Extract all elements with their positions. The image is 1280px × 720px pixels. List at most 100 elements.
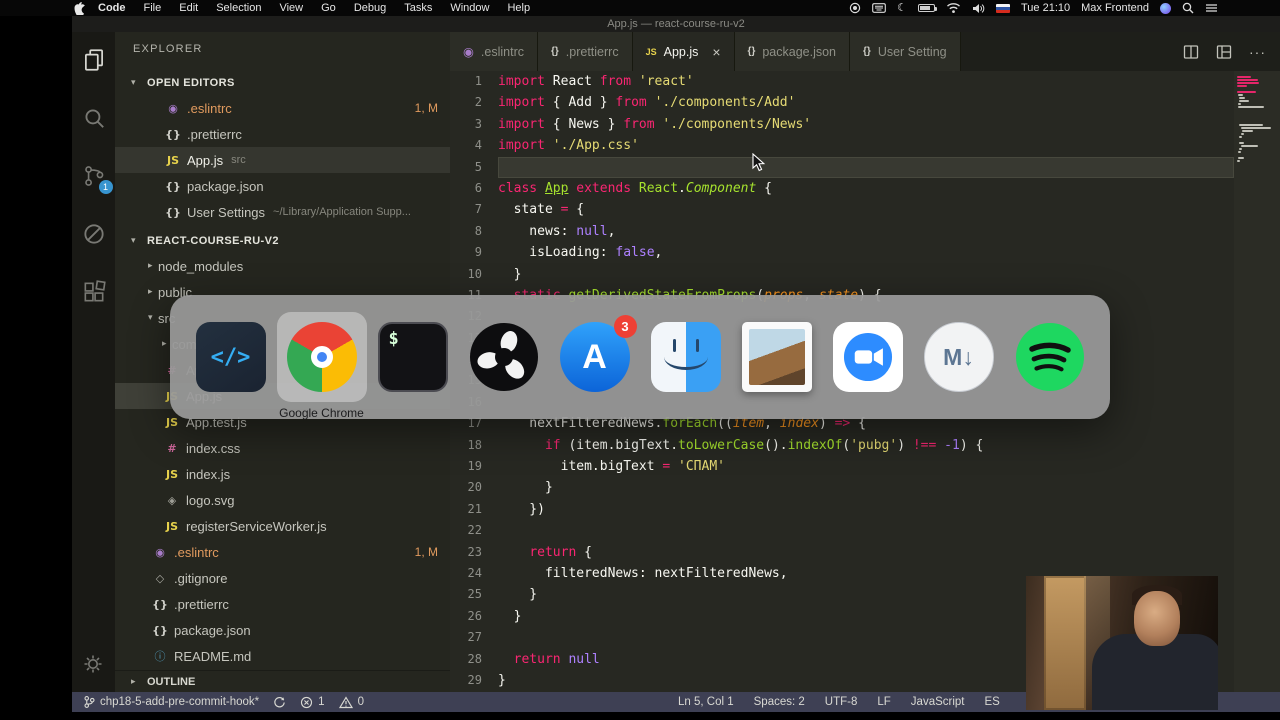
git-branch-indicator[interactable]: chp18-5-add-pre-commit-hook* xyxy=(84,695,259,709)
tab-close-icon[interactable]: × xyxy=(712,45,720,59)
line-number[interactable]: 6 xyxy=(450,178,498,199)
eol[interactable]: LF xyxy=(877,696,890,708)
sync-indicator[interactable] xyxy=(273,696,286,709)
debug-icon[interactable] xyxy=(81,221,107,247)
app-icon-macdown[interactable]: M↓ xyxy=(923,322,994,392)
file-item-index.css[interactable]: # index.css xyxy=(115,435,450,461)
minimap[interactable] xyxy=(1234,71,1280,692)
menu-item-debug[interactable]: Debug xyxy=(345,0,395,16)
split-editor-icon[interactable] xyxy=(1183,44,1199,60)
language-mode[interactable]: JavaScript xyxy=(911,696,965,708)
app-icon-zoom[interactable] xyxy=(832,322,903,392)
encoding[interactable]: UTF-8 xyxy=(825,696,858,708)
app-icon-chrome[interactable]: Google Chrome xyxy=(276,312,367,420)
warnings-indicator[interactable]: 0 xyxy=(338,695,364,709)
menu-item-code[interactable]: Code xyxy=(89,0,135,16)
file-item-readme.md[interactable]: ⓘ README.md xyxy=(115,643,450,669)
app-icon-appstore[interactable]: A3 xyxy=(559,315,637,392)
line-number[interactable]: 21 xyxy=(450,499,498,520)
line-number[interactable]: 5 xyxy=(450,157,498,178)
screen-record-icon[interactable] xyxy=(849,2,861,14)
menu-item-go[interactable]: Go xyxy=(312,0,345,16)
do-not-disturb-moon-icon[interactable]: ☾ xyxy=(897,0,907,16)
file-item-.eslintrc[interactable]: ◉ .eslintrc 1, M xyxy=(115,539,450,565)
menu-bar-clock[interactable]: Tue 21:10 xyxy=(1021,2,1070,14)
app-icon-mail[interactable] xyxy=(741,322,812,392)
apple-menu[interactable] xyxy=(74,1,85,15)
app-icon-obs[interactable] xyxy=(469,322,539,392)
line-number[interactable]: 4 xyxy=(450,135,498,156)
project-section-header[interactable]: ▾ REACT-COURSE-RU-V2 xyxy=(115,229,450,253)
menu-item-selection[interactable]: Selection xyxy=(207,0,270,16)
code-line[interactable]: 3 import { News } from './components/News… xyxy=(450,114,1234,135)
line-number[interactable]: 23 xyxy=(450,542,498,563)
open-editor-item[interactable]: {} User Settings ~/Library/Application Sup… xyxy=(115,199,450,225)
code-line[interactable]: 21 }) xyxy=(450,499,1234,520)
more-actions-icon[interactable]: ··· xyxy=(1249,44,1266,60)
code-line[interactable]: 23 return { xyxy=(450,542,1234,563)
menu-item-edit[interactable]: Edit xyxy=(170,0,207,16)
outline-section-header[interactable]: ▸ OUTLINE xyxy=(115,670,450,692)
line-number[interactable]: 24 xyxy=(450,563,498,584)
menu-item-tasks[interactable]: Tasks xyxy=(395,0,441,16)
open-editor-item[interactable]: {} package.json xyxy=(115,173,450,199)
line-number[interactable]: 29 xyxy=(450,670,498,691)
app-icon-finder[interactable] xyxy=(650,322,721,392)
search-icon[interactable] xyxy=(81,105,107,131)
siri-icon[interactable] xyxy=(1160,2,1171,14)
line-number[interactable]: 1 xyxy=(450,71,498,92)
file-item-registerserviceworker.js[interactable]: JS registerServiceWorker.js xyxy=(115,513,450,539)
open-editor-item[interactable]: {} .prettierrc xyxy=(115,121,450,147)
linter-status[interactable]: ES xyxy=(984,696,999,708)
errors-indicator[interactable]: 1 xyxy=(300,696,325,709)
menu-item-view[interactable]: View xyxy=(270,0,312,16)
wifi-icon[interactable] xyxy=(946,2,961,14)
line-number[interactable]: 25 xyxy=(450,584,498,605)
spotlight-search-icon[interactable] xyxy=(1182,2,1194,14)
keyboard-icon[interactable] xyxy=(872,3,886,13)
volume-icon[interactable] xyxy=(972,3,985,14)
line-number[interactable]: 8 xyxy=(450,221,498,242)
tab-app-js[interactable]: JS App.js × xyxy=(632,32,735,71)
code-line[interactable]: 7 state = { xyxy=(450,199,1234,220)
line-number[interactable]: 19 xyxy=(450,456,498,477)
line-number[interactable]: 10 xyxy=(450,264,498,285)
menu-item-file[interactable]: File xyxy=(135,0,171,16)
file-item-package.json[interactable]: {} package.json xyxy=(115,617,450,643)
menu-item-help[interactable]: Help xyxy=(498,0,539,16)
notification-center-icon[interactable] xyxy=(1205,3,1218,13)
file-item-.prettierrc[interactable]: {} .prettierrc xyxy=(115,591,450,617)
line-number[interactable]: 9 xyxy=(450,242,498,263)
line-number[interactable]: 7 xyxy=(450,199,498,220)
file-item-.gitignore[interactable]: ◇ .gitignore xyxy=(115,565,450,591)
cursor-position[interactable]: Ln 5, Col 1 xyxy=(678,696,734,708)
file-item-logo.svg[interactable]: ◈ logo.svg xyxy=(115,487,450,513)
code-line[interactable]: 10 } xyxy=(450,264,1234,285)
extensions-icon[interactable] xyxy=(81,279,107,305)
file-item-index.js[interactable]: JS index.js xyxy=(115,461,450,487)
menu-item-window[interactable]: Window xyxy=(441,0,498,16)
folder-item-node_modules[interactable]: ▸ node_modules xyxy=(115,253,450,279)
app-icon-spotify[interactable] xyxy=(1015,322,1085,392)
code-line[interactable]: 19 item.bigText = 'СПАМ' xyxy=(450,456,1234,477)
code-line[interactable]: 1 import React from 'react' xyxy=(450,71,1234,92)
explorer-icon[interactable] xyxy=(81,47,107,73)
indentation[interactable]: Spaces: 2 xyxy=(754,696,805,708)
code-line[interactable]: 4 import './App.css' xyxy=(450,135,1234,156)
code-line[interactable]: 8 news: null, xyxy=(450,221,1234,242)
code-line[interactable]: 6 class App extends React.Component { xyxy=(450,178,1234,199)
line-number[interactable]: 2 xyxy=(450,92,498,113)
tab--prettierrc[interactable]: {} .prettierrc xyxy=(538,32,633,71)
open-editor-item[interactable]: JS App.js src xyxy=(115,147,450,173)
line-number[interactable]: 3 xyxy=(450,114,498,135)
app-icon-vscode[interactable]: </> xyxy=(195,322,266,392)
line-number[interactable]: 28 xyxy=(450,649,498,670)
menu-bar-user[interactable]: Max Frontend xyxy=(1081,2,1149,14)
open-editors-header[interactable]: ▾ OPEN EDITORS xyxy=(115,71,450,95)
line-number[interactable]: 26 xyxy=(450,606,498,627)
line-number[interactable]: 20 xyxy=(450,477,498,498)
code-line[interactable]: 18 if (item.bigText.toLowerCase().indexO… xyxy=(450,435,1234,456)
battery-icon[interactable] xyxy=(917,4,937,12)
app-icon-terminal[interactable]: $ xyxy=(377,322,448,392)
code-line[interactable]: 22 xyxy=(450,520,1234,541)
